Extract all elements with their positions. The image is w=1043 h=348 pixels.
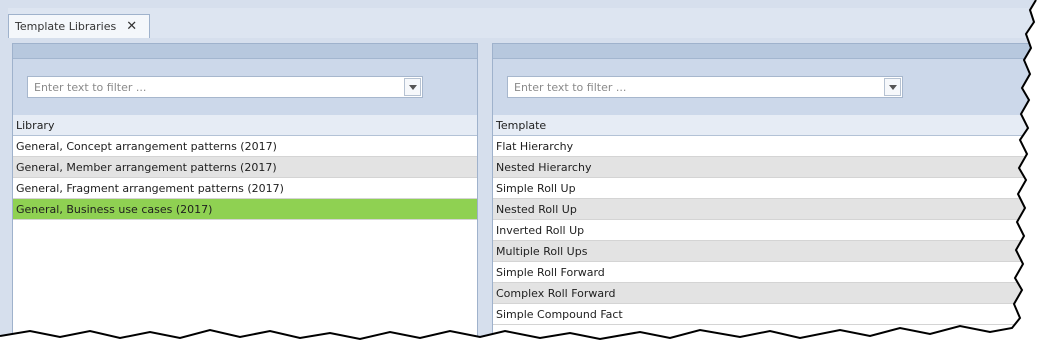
template-row[interactable]: Multiple Roll Ups xyxy=(493,241,1042,262)
filter-area-header xyxy=(493,44,1042,59)
template-filter-combo[interactable] xyxy=(507,76,903,98)
template-row[interactable]: Simple Compound Fact xyxy=(493,304,1042,325)
template-filter-area xyxy=(493,44,1042,116)
library-filter-area xyxy=(13,44,477,116)
library-row-selected[interactable]: General, Business use cases (2017) xyxy=(13,199,477,220)
library-row[interactable]: General, Member arrangement patterns (20… xyxy=(13,157,477,178)
tab-template-libraries[interactable]: Template Libraries ✕ xyxy=(8,14,150,38)
library-row[interactable]: General, Concept arrangement patterns (2… xyxy=(13,136,477,157)
template-row[interactable]: Simple Roll Up xyxy=(493,178,1042,199)
template-filter-input[interactable] xyxy=(508,77,884,97)
library-filter-combo[interactable] xyxy=(27,76,423,98)
library-filter-input[interactable] xyxy=(28,77,404,97)
template-column-header[interactable]: Template xyxy=(493,115,1042,136)
tab-label: Template Libraries xyxy=(15,20,117,33)
library-column-header[interactable]: Library xyxy=(13,115,477,136)
template-panel: Template Flat Hierarchy Nested Hierarchy… xyxy=(492,43,1043,348)
template-row[interactable]: Inverted Roll Up xyxy=(493,220,1042,241)
app-window: Template Libraries ✕ Library General, Co… xyxy=(0,0,1043,348)
template-list: Flat Hierarchy Nested Hierarchy Simple R… xyxy=(493,136,1042,325)
template-row[interactable]: Complex Roll Forward xyxy=(493,283,1042,304)
filter-area-header xyxy=(13,44,477,59)
chevron-down-icon[interactable] xyxy=(404,78,421,96)
document-tabstrip: Template Libraries ✕ xyxy=(8,8,1043,39)
library-list: General, Concept arrangement patterns (2… xyxy=(13,136,477,220)
close-icon[interactable]: ✕ xyxy=(126,19,137,34)
template-row[interactable]: Nested Roll Up xyxy=(493,199,1042,220)
template-row[interactable]: Simple Roll Forward xyxy=(493,262,1042,283)
content-area: Library General, Concept arrangement pat… xyxy=(8,38,1043,348)
template-row[interactable]: Nested Hierarchy xyxy=(493,157,1042,178)
chevron-down-icon[interactable] xyxy=(884,78,901,96)
library-row[interactable]: General, Fragment arrangement patterns (… xyxy=(13,178,477,199)
template-row[interactable]: Flat Hierarchy xyxy=(493,136,1042,157)
library-panel: Library General, Concept arrangement pat… xyxy=(12,43,478,348)
